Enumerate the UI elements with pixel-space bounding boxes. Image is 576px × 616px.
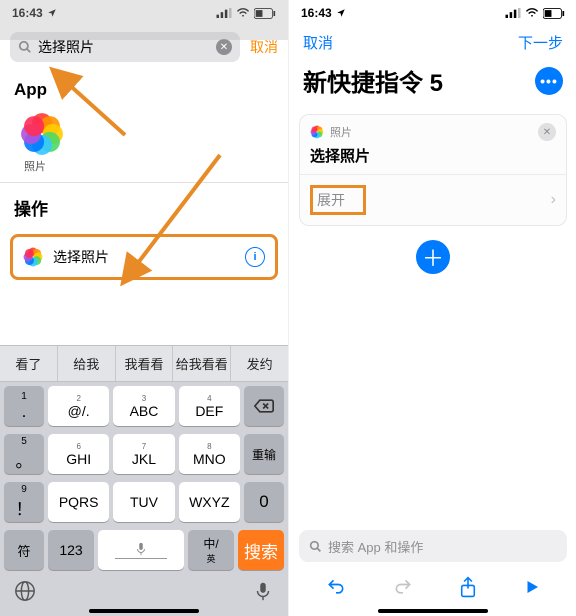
action-label: 选择照片 <box>53 247 235 267</box>
home-indicator <box>89 609 199 613</box>
keyboard: 看了 给我 我看看 给我看看 发约 1. 2@/. 3ABC 4DEF 5。 6… <box>0 345 288 616</box>
home-indicator <box>378 609 488 613</box>
next-button[interactable]: 下一步 <box>518 32 563 53</box>
card-app-label: 照片 <box>330 124 352 140</box>
photos-app-icon[interactable] <box>20 112 64 156</box>
photos-mini-icon <box>23 247 43 267</box>
redo-icon <box>392 577 414 597</box>
toolbar <box>289 570 576 604</box>
suggestion[interactable]: 看了 <box>0 346 58 381</box>
suggestion[interactable]: 给我 <box>58 346 116 381</box>
clear-search-icon[interactable]: ✕ <box>216 39 232 55</box>
key-backspace[interactable] <box>244 386 284 426</box>
battery-icon <box>543 8 565 19</box>
key-wxyz[interactable]: WXYZ <box>179 482 240 522</box>
suggestion[interactable]: 我看看 <box>116 346 174 381</box>
search-value: 选择照片 <box>38 37 210 57</box>
expand-label: 展开 <box>310 185 366 215</box>
key-punct[interactable]: 1. <box>4 386 44 426</box>
expand-row[interactable]: 展开 › <box>300 174 566 225</box>
backspace-icon <box>254 399 274 413</box>
more-button[interactable]: ••• <box>535 67 563 95</box>
photos-mini-icon <box>310 125 324 139</box>
cancel-button[interactable]: 取消 <box>303 32 333 53</box>
location-icon <box>336 8 346 18</box>
page-title-row: 新快捷指令 5 ••• <box>289 59 576 108</box>
wifi-icon <box>525 8 539 18</box>
photos-app-label: 照片 <box>24 158 288 174</box>
cancel-button[interactable]: 取消 <box>250 37 278 57</box>
dimmed-backdrop <box>0 0 288 40</box>
nav-row: 取消 下一步 <box>289 26 576 59</box>
undo-icon[interactable] <box>325 577 347 597</box>
key-lang[interactable]: 中/英 <box>188 530 234 570</box>
suggestion-bar: 看了 给我 我看看 给我看看 发约 <box>0 345 288 382</box>
screenshot-right: 16:43 取消 下一步 新快捷指令 5 ••• <box>288 0 576 616</box>
bottom-search-placeholder: 搜索 App 和操作 <box>328 537 423 556</box>
search-icon <box>18 40 32 54</box>
add-action-button[interactable]: ＋ <box>416 240 450 274</box>
search-icon <box>309 540 322 553</box>
bottom-search[interactable]: 搜索 App 和操作 <box>299 530 567 562</box>
mic-icon[interactable] <box>252 580 274 602</box>
close-icon[interactable]: ✕ <box>538 123 556 141</box>
suggestion[interactable]: 给我看看 <box>173 346 231 381</box>
status-bar: 16:43 <box>289 0 576 26</box>
app-section-header: App <box>0 68 288 106</box>
mic-small-icon <box>135 542 147 556</box>
key-period[interactable]: 5。 <box>4 434 44 474</box>
actions-section-header: 操作 <box>0 182 288 226</box>
action-card: 照片 ✕ 选择照片 展开 › <box>299 114 567 226</box>
key-0[interactable]: 0 <box>244 482 284 522</box>
screenshot-left: 16:43 选择照片 ✕ 取消 App 照片 操作 <box>0 0 288 616</box>
key-jkl[interactable]: 7JKL <box>113 434 174 474</box>
key-tuv[interactable]: TUV <box>113 482 174 522</box>
key-search[interactable]: 搜索 <box>238 530 284 570</box>
key-def[interactable]: 4DEF <box>179 386 240 426</box>
key-space[interactable] <box>98 530 184 570</box>
key-ghi[interactable]: 6GHI <box>48 434 109 474</box>
page-title: 新快捷指令 5 <box>303 63 443 98</box>
key-pqrs[interactable]: PQRS <box>48 482 109 522</box>
card-title: 选择照片 <box>300 143 566 174</box>
key-mno[interactable]: 8MNO <box>179 434 240 474</box>
action-select-photos[interactable]: 选择照片 i <box>10 234 278 280</box>
globe-icon[interactable] <box>14 580 36 602</box>
info-icon[interactable]: i <box>245 247 265 267</box>
play-icon[interactable] <box>523 578 541 596</box>
key-excl[interactable]: 9！ <box>4 482 44 522</box>
chevron-right-icon: › <box>551 191 556 209</box>
key-2[interactable]: 2@/. <box>48 386 109 426</box>
share-icon[interactable] <box>458 576 478 598</box>
suggestion[interactable]: 发约 <box>231 346 288 381</box>
status-time: 16:43 <box>301 6 332 20</box>
signal-icon <box>505 8 521 18</box>
key-123[interactable]: 123 <box>48 530 94 570</box>
key-abc[interactable]: 3ABC <box>113 386 174 426</box>
key-symbols[interactable]: 符 <box>4 530 44 570</box>
key-reinput[interactable]: 重输 <box>244 434 284 474</box>
